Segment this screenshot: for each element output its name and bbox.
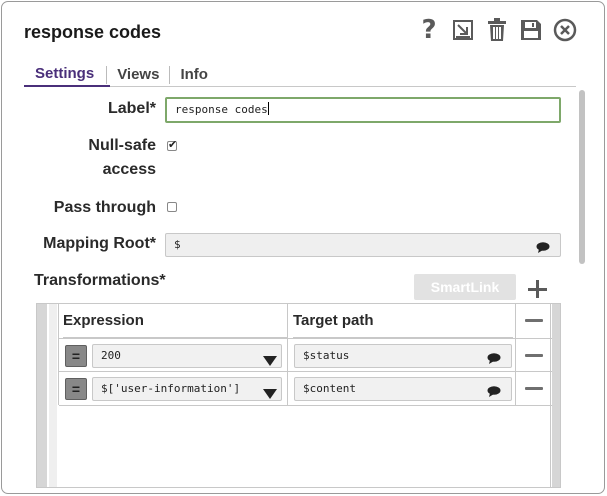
text-caret	[267, 102, 269, 115]
mapping-root-label: Mapping Root*	[43, 235, 156, 252]
column-divider-expression	[58, 304, 59, 405]
toolbar: ?	[416, 15, 578, 45]
comment-bubble-icon[interactable]	[487, 383, 501, 405]
save-icon[interactable]	[518, 16, 544, 44]
nullsafe-label-line2: access	[102, 161, 156, 178]
expression-toggle-button[interactable]: =	[65, 345, 87, 367]
label-input[interactable]: response codes	[165, 97, 561, 123]
target-path-value: $content	[303, 382, 356, 395]
close-icon[interactable]	[552, 16, 578, 44]
column-divider-actions	[515, 304, 516, 405]
dropdown-arrow-icon[interactable]	[263, 385, 277, 400]
label-input-value: response codes	[175, 103, 268, 116]
dialog-title: response codes	[24, 22, 162, 42]
mapping-root-value: $	[174, 238, 181, 251]
expression-value: $['user-information']	[101, 382, 241, 395]
row-divider	[59, 371, 552, 372]
smartlink-button[interactable]: SmartLink	[414, 274, 516, 300]
nullsafe-checkbox[interactable]: ✔	[167, 139, 178, 151]
help-icon[interactable]: ?	[416, 15, 442, 45]
table-right-border	[550, 304, 551, 487]
nullsafe-label-line1: Null-safe	[88, 137, 156, 154]
dropdown-arrow-icon[interactable]	[263, 352, 277, 367]
expression-select[interactable]: $['user-information']	[92, 377, 282, 401]
transformations-label: Transformations*	[34, 272, 166, 289]
passthrough-checkbox[interactable]	[167, 202, 177, 212]
remove-row-icon[interactable]	[525, 387, 543, 390]
target-path-input[interactable]: $status	[294, 344, 512, 368]
passthrough-label: Pass through	[53, 199, 156, 216]
trash-icon[interactable]	[484, 16, 510, 44]
mapping-root-input[interactable]: $	[165, 233, 561, 257]
checkmark-icon: ✔	[168, 139, 178, 151]
table-right-gutter	[552, 304, 560, 487]
help-glyph: ?	[421, 15, 437, 45]
comment-bubble-icon[interactable]	[536, 239, 550, 261]
tab-settings[interactable]: Settings	[26, 64, 106, 86]
export-icon[interactable]	[450, 16, 476, 44]
target-path-input[interactable]: $content	[294, 377, 512, 401]
expression-value: 200	[101, 349, 121, 362]
tab-bar: Settings Views Info	[26, 64, 218, 86]
expression-header: Expression	[63, 304, 287, 338]
expression-select[interactable]: 200	[92, 344, 282, 368]
comment-bubble-icon[interactable]	[487, 350, 501, 372]
target-path-value: $status	[303, 349, 350, 362]
tab-views[interactable]: Views	[106, 66, 169, 84]
transformations-table: Expression Target path = 200 $status = $…	[36, 303, 561, 488]
vertical-scrollbar[interactable]	[578, 90, 588, 480]
add-row-icon[interactable]	[526, 278, 548, 300]
header-divider	[59, 338, 552, 339]
expression-toggle-button[interactable]: =	[65, 378, 87, 400]
table-left-gutter	[37, 304, 47, 487]
active-tab-indicator	[24, 85, 110, 87]
table-row-handle-column	[49, 304, 57, 487]
scrollbar-thumb[interactable]	[579, 90, 585, 264]
target-path-header: Target path	[293, 304, 513, 338]
mapper-dialog: response codes ? Settings Views Info Lab…	[1, 1, 605, 494]
nullsafe-label: Null-safe access	[52, 134, 156, 182]
label-field-label: Label*	[107, 100, 156, 117]
remove-row-icon[interactable]	[525, 354, 543, 357]
tab-info[interactable]: Info	[169, 66, 218, 84]
row-divider	[59, 405, 552, 406]
column-divider-target	[287, 304, 288, 405]
remove-all-icon[interactable]	[525, 319, 543, 322]
